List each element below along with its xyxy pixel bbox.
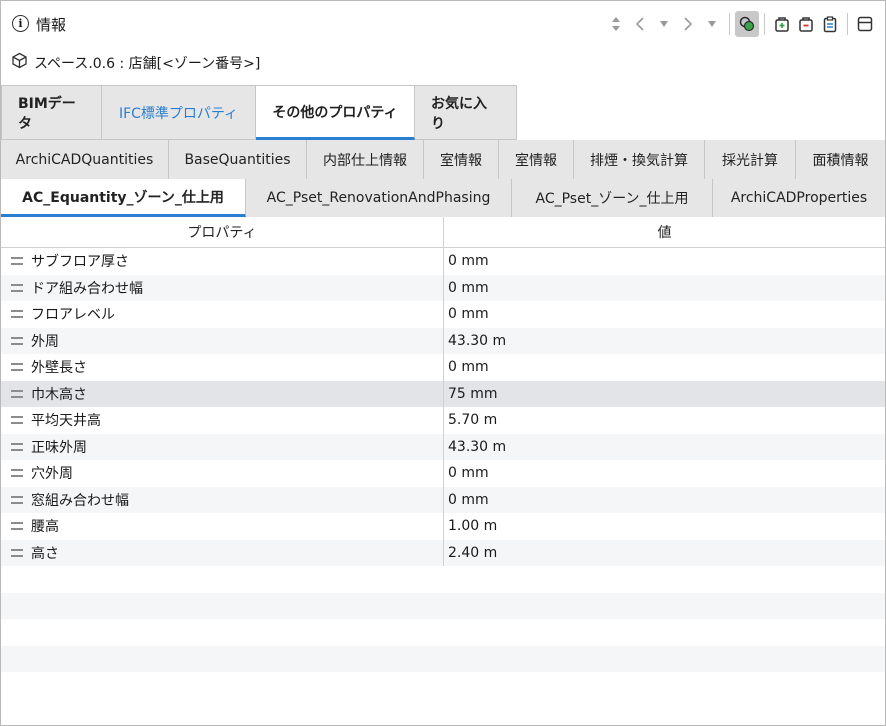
tab-ac-pset-renovation[interactable]: AC_Pset_RenovationAndPhasing xyxy=(246,179,512,217)
drag-handle-icon[interactable] xyxy=(11,257,23,266)
drag-handle-icon[interactable] xyxy=(11,548,23,557)
table-row[interactable]: 平均天井高 5.70 m xyxy=(1,407,885,434)
up-down-icon[interactable] xyxy=(604,11,628,37)
empty-row xyxy=(1,645,885,672)
column-header-property[interactable]: プロパティ xyxy=(1,217,444,247)
tab-interior-finish[interactable]: 内部仕上情報 xyxy=(307,140,424,179)
clipboard-icon[interactable] xyxy=(818,11,842,37)
drag-handle-icon[interactable] xyxy=(11,522,23,531)
table-row[interactable]: 穴外周 0 mm xyxy=(1,460,885,487)
info-icon: i xyxy=(12,15,29,32)
table-row[interactable]: 高さ 2.40 m xyxy=(1,539,885,566)
tab-room-info-1[interactable]: 室情報 xyxy=(424,140,499,179)
property-name: ドア組み合わせ幅 xyxy=(31,280,143,297)
title-bar: i 情報 xyxy=(1,1,885,45)
toolbar-separator xyxy=(847,13,848,35)
table-row[interactable]: サブフロア厚さ 0 mm xyxy=(1,248,885,275)
drag-handle-icon[interactable] xyxy=(11,442,23,451)
tab-bim-data[interactable]: BIMデータ xyxy=(1,85,102,140)
property-name: 穴外周 xyxy=(31,466,73,483)
drag-handle-icon[interactable] xyxy=(11,416,23,425)
table-row[interactable]: フロアレベル 0 mm xyxy=(1,301,885,328)
tab-area-info[interactable]: 面積情報 xyxy=(796,140,885,179)
property-value: 0 mm xyxy=(448,491,489,508)
table-row[interactable]: 外壁長さ 0 mm xyxy=(1,354,885,381)
property-value: 43.30 m xyxy=(448,332,507,349)
table-row-selected[interactable]: 巾木高さ 75 mm xyxy=(1,380,885,407)
tab-archicad-properties[interactable]: ArchiCADProperties xyxy=(713,179,885,217)
info-palette: i 情報 スペース.0.6: 店舗[<ゾーン番号>] BIMデータ IFC標準… xyxy=(0,0,886,726)
property-value: 5.70 m xyxy=(448,412,498,429)
tab-base-quantities[interactable]: BaseQuantities xyxy=(169,140,307,179)
object-label: スペース.0.6 : 店舗[<ゾーン番号>] xyxy=(34,55,261,72)
property-name: 巾木高さ xyxy=(31,386,87,403)
empty-row xyxy=(1,672,885,699)
property-name: 高さ xyxy=(31,545,59,562)
property-value: 0 mm xyxy=(448,359,489,376)
table-row[interactable]: 外周 43.30 m xyxy=(1,327,885,354)
main-tabs: BIMデータ IFC標準プロパティ その他のプロパティ お気に入り xyxy=(1,85,517,140)
tab-ac-pset-zone[interactable]: AC_Pset_ゾーン_仕上用 xyxy=(512,179,713,217)
property-name: フロアレベル xyxy=(31,307,115,324)
toolbar-separator xyxy=(729,13,730,35)
remove-icon[interactable] xyxy=(794,11,818,37)
tab-other-properties[interactable]: その他のプロパティ xyxy=(256,85,415,140)
property-name: 正味外周 xyxy=(31,439,87,456)
drag-handle-icon[interactable] xyxy=(11,336,23,345)
dropdown-icon[interactable] xyxy=(652,11,676,37)
empty-row xyxy=(1,592,885,619)
tab-ac-equantity-zone[interactable]: AC_Equantity_ゾーン_仕上用 xyxy=(1,179,246,217)
pset-subtabs: AC_Equantity_ゾーン_仕上用 AC_Pset_RenovationA… xyxy=(1,179,885,217)
dropdown-icon[interactable] xyxy=(700,11,724,37)
property-value: 0 mm xyxy=(448,253,489,270)
drag-handle-icon[interactable] xyxy=(11,363,23,372)
selected-object: スペース.0.6 : 店舗[<ゾーン番号>] xyxy=(11,52,260,73)
table-row[interactable]: 腰高 1.00 m xyxy=(1,513,885,540)
property-value: 1.00 m xyxy=(448,518,498,535)
property-name: 外壁長さ xyxy=(31,360,87,377)
empty-row xyxy=(1,619,885,646)
prev-icon[interactable] xyxy=(628,11,652,37)
toolbar-separator xyxy=(764,13,765,35)
property-value: 0 mm xyxy=(448,306,489,323)
cube-icon xyxy=(11,52,28,73)
link-settings-icon[interactable] xyxy=(735,11,759,37)
table-row[interactable]: 窓組み合わせ幅 0 mm xyxy=(1,486,885,513)
table-row[interactable]: 正味外周 43.30 m xyxy=(1,433,885,460)
table-header: プロパティ 値 xyxy=(1,217,885,248)
add-icon[interactable] xyxy=(770,11,794,37)
property-value: 75 mm xyxy=(448,385,498,402)
drag-handle-icon[interactable] xyxy=(11,389,23,398)
property-table: サブフロア厚さ 0 mm ドア組み合わせ幅 0 mm フロアレベル 0 mm 外… xyxy=(1,248,885,699)
tab-daylight[interactable]: 採光計算 xyxy=(705,140,796,179)
property-name: 腰高 xyxy=(31,519,59,536)
column-header-value[interactable]: 値 xyxy=(444,217,885,247)
property-name: サブフロア厚さ xyxy=(31,254,129,271)
property-name: 外周 xyxy=(31,333,59,350)
tab-room-info-2[interactable]: 室情報 xyxy=(499,140,574,179)
drag-handle-icon[interactable] xyxy=(11,310,23,319)
panel-icon[interactable] xyxy=(853,11,877,37)
drag-handle-icon[interactable] xyxy=(11,495,23,504)
pset-tabs: ArchiCADQuantities BaseQuantities 内部仕上情報… xyxy=(1,140,885,179)
next-icon[interactable] xyxy=(676,11,700,37)
tab-smoke-ventilation[interactable]: 排煙・換気計算 xyxy=(574,140,705,179)
property-value: 0 mm xyxy=(448,279,489,296)
property-value: 0 mm xyxy=(448,465,489,482)
tab-archicad-quantities[interactable]: ArchiCADQuantities xyxy=(1,140,169,179)
empty-row xyxy=(1,566,885,593)
drag-handle-icon[interactable] xyxy=(11,283,23,292)
property-value: 2.40 m xyxy=(448,544,498,561)
tab-ifc-standard[interactable]: IFC標準プロパティ xyxy=(102,85,256,140)
property-name: 平均天井高 xyxy=(31,413,101,430)
toolbar xyxy=(604,10,877,38)
table-row[interactable]: ドア組み合わせ幅 0 mm xyxy=(1,274,885,301)
property-value: 43.30 m xyxy=(448,438,507,455)
tab-favorites[interactable]: お気に入り xyxy=(415,85,517,140)
property-name: 窓組み合わせ幅 xyxy=(31,492,129,509)
drag-handle-icon[interactable] xyxy=(11,469,23,478)
window-title: 情報 xyxy=(36,16,67,34)
